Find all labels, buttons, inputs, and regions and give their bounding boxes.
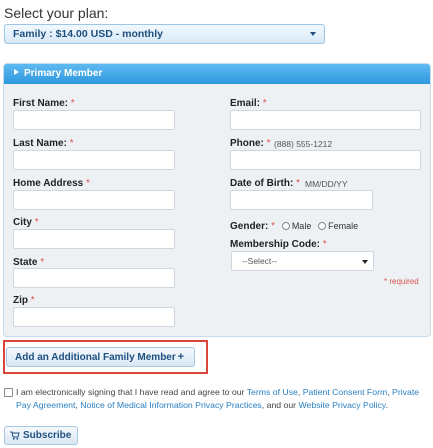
city-input[interactable] [13,229,175,249]
membership-code-value: --Select-- [242,256,277,266]
zip-input[interactable] [13,307,175,327]
membership-code-select[interactable]: --Select-- [231,251,374,271]
panel-title: Primary Member [24,68,103,79]
plan-select[interactable]: Family : $14.00 USD - monthly [4,24,325,44]
home-address-label: Home Address * [13,178,90,189]
cart-icon [10,431,20,440]
gender-label: Gender: * Male Female [230,221,359,232]
home-address-input[interactable] [13,190,175,210]
gender-male-radio[interactable] [281,222,290,230]
consent-text: I am electronically signing that I have … [16,387,420,410]
state-input[interactable] [13,268,175,288]
expand-triangle-icon [14,69,19,75]
plan-select-value: Family : $14.00 USD - monthly [13,28,163,40]
first-name-label: First Name: * [13,98,75,109]
state-label: State * [13,257,45,268]
privacy-notice-link[interactable]: Notice of Medical Information Privacy Pr… [80,400,262,410]
dob-label: Date of Birth: * [230,178,301,189]
first-name-input[interactable] [13,110,175,130]
zip-label: Zip * [13,295,35,306]
gender-female-label: Female [328,221,359,231]
subscribe-label: Subscribe [23,430,72,441]
add-family-member-button[interactable]: Add an Additional Family Member + [6,347,195,367]
membership-code-label: Membership Code: * [230,239,327,250]
required-note: * required [384,277,419,286]
patient-consent-link[interactable]: Patient Consent Form [303,387,388,397]
chevron-down-icon [310,32,316,36]
plan-heading: Select your plan: [4,5,109,21]
website-privacy-link[interactable]: Website Privacy Policy [299,400,386,410]
email-label: Email: * [230,98,267,109]
dob-hint: MM/DD/YY [305,179,348,189]
last-name-label: Last Name: * [13,138,74,149]
chevron-down-icon [362,260,368,264]
phone-label: Phone: * [230,138,271,149]
city-label: City * [13,217,39,228]
panel-header[interactable]: Primary Member [4,64,430,84]
plus-icon: + [177,351,184,363]
subscribe-button[interactable]: Subscribe [4,426,78,445]
dob-input[interactable] [230,190,373,210]
gender-female-radio[interactable] [318,222,327,230]
gender-male-label: Male [291,221,312,231]
phone-hint: (888) 555-1212 [274,139,333,149]
terms-of-use-link[interactable]: Terms of Use [247,387,298,397]
last-name-input[interactable] [13,150,175,170]
add-family-member-label: Add an Additional Family Member [15,352,176,363]
email-input[interactable] [230,110,421,130]
phone-input[interactable] [230,150,421,170]
